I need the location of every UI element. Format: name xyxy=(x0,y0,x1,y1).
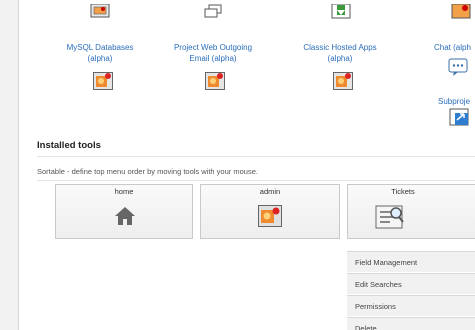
tool-classic-line1[interactable]: Classic Hosted Apps xyxy=(290,42,390,53)
installed-tools-title: Installed tools xyxy=(37,140,101,151)
tool-pwoe-line2[interactable]: Email (alpha) xyxy=(163,53,263,64)
tool-card-tickets[interactable]: Tickets xyxy=(347,184,475,239)
menu-delete[interactable]: Delete xyxy=(347,317,475,330)
admin-gear-icon xyxy=(258,205,282,227)
card-home-label: home xyxy=(114,187,134,196)
tool-card-admin[interactable]: admin xyxy=(200,184,340,239)
bug-gear-icon[interactable] xyxy=(93,72,113,90)
card-admin-label: admin xyxy=(259,187,281,196)
tool-pwoe-line1[interactable]: Project Web Outgoing xyxy=(163,42,263,53)
top-tool-icon-2[interactable] xyxy=(203,4,223,22)
subproject-icon[interactable] xyxy=(449,108,469,126)
tool-pwoe-label[interactable]: Project Web Outgoing Email (alpha) xyxy=(163,42,263,64)
tool-card-home[interactable]: home xyxy=(55,184,193,239)
sortable-hint: Sortable - define top menu order by movi… xyxy=(37,167,258,176)
home-icon xyxy=(115,207,135,225)
menu-field-management[interactable]: Field Management xyxy=(347,251,475,272)
menu-edit-searches[interactable]: Edit Searches xyxy=(347,273,475,294)
tool-mysql-line2[interactable]: (alpha) xyxy=(55,53,145,64)
tool-subproject-line1[interactable]: Subproje xyxy=(438,96,470,107)
tool-mysql-line1[interactable]: MySQL Databases xyxy=(55,42,145,53)
card-tickets-label: Tickets xyxy=(391,187,415,196)
tool-classic-line2[interactable]: (alpha) xyxy=(290,53,390,64)
bug-gear-icon[interactable] xyxy=(205,72,225,90)
tool-chat-line1[interactable]: Chat (alph xyxy=(434,42,471,53)
menu-permissions[interactable]: Permissions xyxy=(347,295,475,316)
bug-gear-icon[interactable] xyxy=(333,72,353,90)
tool-subproject-label[interactable]: Subproje xyxy=(438,96,470,107)
section-divider xyxy=(37,156,475,157)
hint-divider xyxy=(37,180,475,181)
tool-classic-label[interactable]: Classic Hosted Apps (alpha) xyxy=(290,42,390,64)
tickets-icon xyxy=(375,205,404,229)
top-tool-icon-1[interactable] xyxy=(90,3,110,22)
tool-chat-label[interactable]: Chat (alph xyxy=(434,42,471,53)
top-tool-icon-4[interactable] xyxy=(451,3,471,22)
top-tool-icon-3[interactable] xyxy=(331,3,351,22)
tool-mysql-label[interactable]: MySQL Databases (alpha) xyxy=(55,42,145,64)
chat-bubble-icon[interactable] xyxy=(448,58,468,76)
